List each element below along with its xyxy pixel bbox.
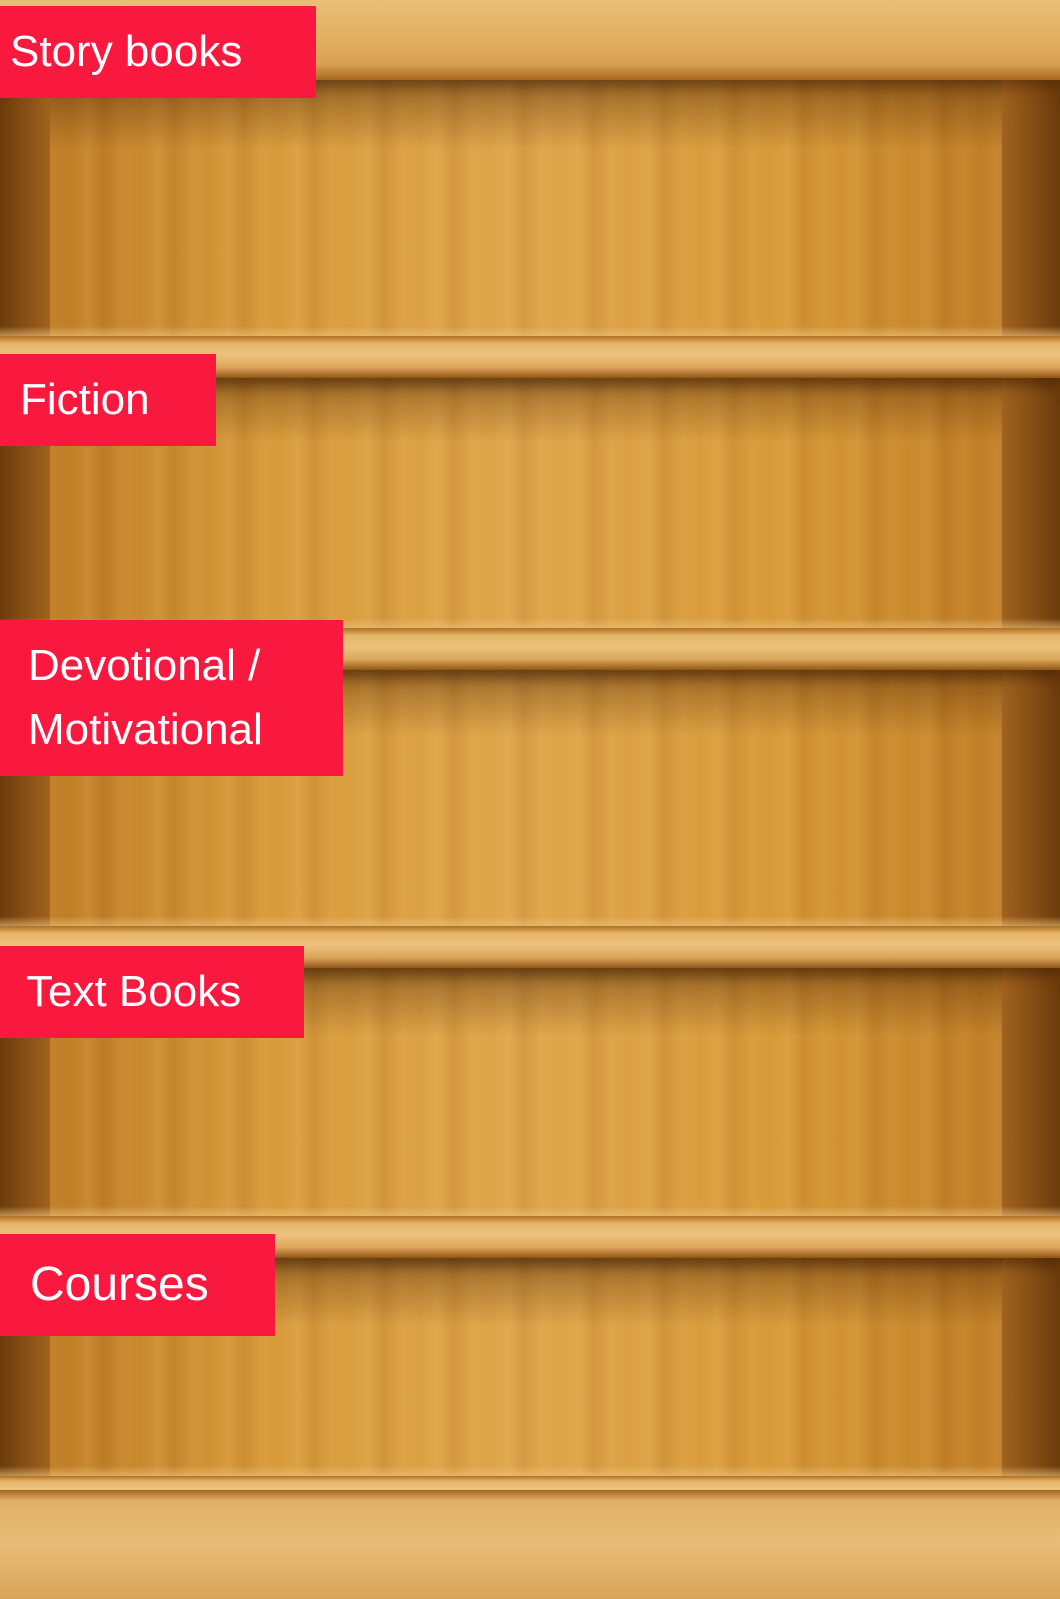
bookshelf-bottom-board [0,1490,1060,1599]
bookshelf-left-wall [0,0,50,1599]
category-courses[interactable]: Courses [0,1234,275,1336]
bookshelf: Story books Fiction Devotional / Motivat… [0,0,1060,1599]
category-text-books[interactable]: Text Books [0,946,304,1038]
category-devotional-motivational[interactable]: Devotional / Motivational [0,620,343,776]
bookshelf-right-wall [1002,0,1060,1599]
category-fiction[interactable]: Fiction [0,354,216,446]
category-story-books[interactable]: Story books [0,6,316,98]
